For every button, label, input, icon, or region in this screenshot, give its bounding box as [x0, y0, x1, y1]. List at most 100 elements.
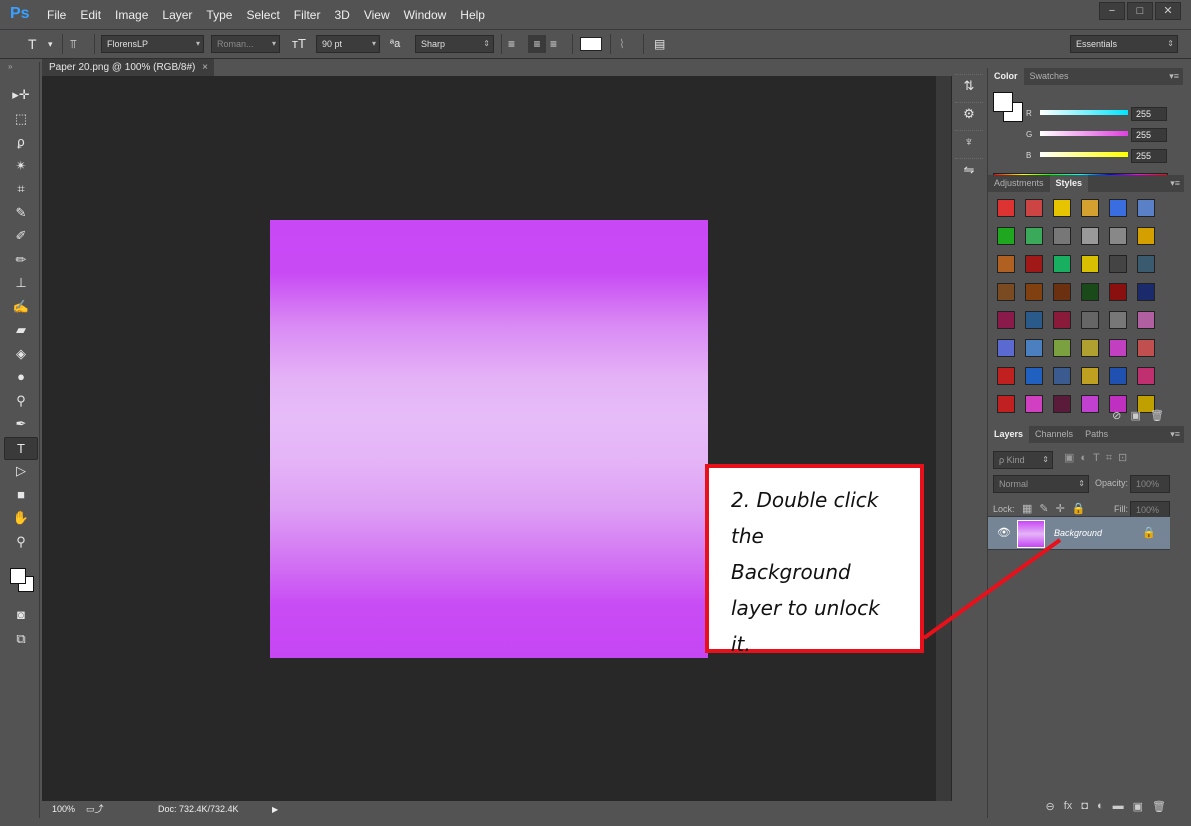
lasso-tool-icon[interactable]: ϼ [4, 131, 38, 155]
opacity-input[interactable]: 100% [1130, 475, 1170, 493]
antialias-select[interactable]: Sharp ⇕ [415, 35, 494, 53]
zoom-level[interactable]: 100% [52, 801, 75, 818]
layer-thumbnail[interactable] [1017, 520, 1045, 548]
toolbar-color-swatches[interactable] [4, 554, 39, 604]
healing-brush-tool-icon[interactable]: ✐ [4, 225, 38, 249]
style-swatch[interactable] [1109, 367, 1127, 385]
align-left-icon[interactable]: ≡ [508, 35, 515, 53]
style-swatch[interactable] [1137, 283, 1155, 301]
collapse-toolbar-icon[interactable]: » [4, 62, 39, 84]
style-swatch[interactable] [1137, 339, 1155, 357]
channel-slider[interactable] [1040, 152, 1128, 157]
no-style-icon[interactable]: ⊘ [1112, 410, 1121, 422]
channel-value[interactable]: 255 [1131, 107, 1167, 121]
eyedropper-tool-icon[interactable]: ✎ [4, 202, 38, 226]
magic-wand-tool-icon[interactable]: ✴ [4, 155, 38, 179]
style-swatch[interactable] [1137, 199, 1155, 217]
style-swatch[interactable] [1025, 339, 1043, 357]
quick-mask-icon[interactable]: ◙ [4, 604, 38, 628]
style-swatch[interactable] [1109, 199, 1127, 217]
style-swatch[interactable] [1025, 283, 1043, 301]
marquee-tool-icon[interactable]: ⬚ [4, 108, 38, 132]
fg-bg-colors[interactable] [993, 92, 1025, 124]
style-swatch[interactable] [997, 367, 1015, 385]
align-right-icon[interactable]: ≡ [550, 35, 557, 53]
character-panel-icon[interactable]: ▤ [654, 35, 665, 53]
brush-tool-icon[interactable]: ✏ [4, 249, 38, 273]
text-orientation-icon[interactable]: ⫪ [70, 35, 77, 53]
link-icon[interactable]: ⊖ [1046, 800, 1055, 818]
font-family-select[interactable]: FlorensLP ▾ [101, 35, 204, 53]
mask-icon[interactable]: ◘ [1081, 800, 1088, 818]
document-image[interactable] [270, 220, 708, 658]
tab-swatches[interactable]: Swatches [1024, 68, 1075, 85]
style-swatch[interactable] [1081, 367, 1099, 385]
style-swatch[interactable] [1053, 227, 1071, 245]
menu-image[interactable]: Image [115, 8, 148, 22]
style-swatch[interactable] [1109, 255, 1127, 273]
paint-bucket-tool-icon[interactable]: ◈ [4, 343, 38, 367]
document-tab[interactable]: Paper 20.png @ 100% (RGB/8#) × [42, 59, 214, 76]
tab-color[interactable]: Color [988, 68, 1024, 85]
screen-mode-icon[interactable]: ⧉ [4, 628, 38, 652]
style-swatch[interactable] [997, 199, 1015, 217]
menu-edit[interactable]: Edit [80, 8, 101, 22]
style-swatch[interactable] [1109, 283, 1127, 301]
warp-text-icon[interactable]: ⌇ [619, 35, 625, 53]
style-swatch[interactable] [1081, 311, 1099, 329]
chevron-down-icon[interactable]: ▾ [48, 35, 53, 53]
channel-value[interactable]: 255 [1131, 128, 1167, 142]
channel-value[interactable]: 255 [1131, 149, 1167, 163]
style-swatch[interactable] [1053, 255, 1071, 273]
rectangle-tool-icon[interactable]: ■ [4, 484, 38, 508]
menu-select[interactable]: Select [246, 8, 279, 22]
style-swatch[interactable] [1025, 227, 1043, 245]
trash-icon[interactable]: 🗑 [1150, 410, 1164, 422]
style-swatch[interactable] [997, 283, 1015, 301]
trash-icon[interactable]: 🗑 [1152, 800, 1166, 818]
close-button[interactable]: ✕ [1155, 2, 1181, 20]
new-style-icon[interactable]: ▣ [1130, 410, 1140, 422]
layer-filter-icons[interactable]: ▣◐T⌗⊡ [1064, 451, 1133, 469]
layer-name[interactable]: Background [1054, 528, 1102, 538]
style-swatch[interactable] [1137, 255, 1155, 273]
style-swatch[interactable] [997, 227, 1015, 245]
style-swatch[interactable] [1081, 339, 1099, 357]
adjustment-icon[interactable]: ◐ [1097, 800, 1104, 818]
style-swatch[interactable] [1025, 367, 1043, 385]
style-swatch[interactable] [1053, 199, 1071, 217]
tab-layers[interactable]: Layers [988, 426, 1030, 443]
panel-menu-icon[interactable]: ▾≡ [1170, 426, 1180, 443]
menu-file[interactable]: File [47, 8, 66, 22]
close-icon[interactable]: × [202, 59, 208, 76]
new-layer-icon[interactable]: ▣ [1133, 800, 1143, 818]
fx-icon[interactable]: fx [1064, 800, 1073, 818]
type-tool-icon[interactable]: T [4, 436, 38, 460]
channel-slider[interactable] [1040, 131, 1128, 136]
brushes-icon[interactable]: ♆ [955, 130, 983, 154]
panel-menu-icon[interactable]: ▾≡ [1169, 68, 1179, 85]
style-swatch[interactable] [1053, 283, 1071, 301]
status-menu-arrow-icon[interactable]: ▶ [272, 801, 278, 818]
tab-paths[interactable]: Paths [1079, 426, 1114, 443]
channel-slider[interactable] [1040, 110, 1128, 115]
paragraph-icon[interactable]: ⇋ [955, 158, 983, 182]
layer-filter-select[interactable]: ρ Kind ⇕ [993, 451, 1053, 469]
path-selection-tool-icon[interactable]: ▷ [4, 460, 38, 484]
style-swatch[interactable] [1053, 339, 1071, 357]
folder-icon[interactable]: ▬ [1113, 800, 1124, 818]
style-swatch[interactable] [1053, 311, 1071, 329]
style-swatch[interactable] [1025, 255, 1043, 273]
menu-3d[interactable]: 3D [334, 8, 349, 22]
history-icon[interactable]: ⇅ [955, 74, 983, 98]
hand-tool-icon[interactable]: ✋ [4, 507, 38, 531]
foreground-color-swatch[interactable] [993, 92, 1013, 112]
type-tool-preset-icon[interactable]: T [28, 35, 37, 53]
menu-type[interactable]: Type [206, 8, 232, 22]
align-center-icon[interactable]: ≡ [528, 35, 546, 53]
vertical-scrollbar[interactable] [936, 76, 951, 801]
panel-menu-icon[interactable]: ▾≡ [1170, 175, 1180, 192]
menu-filter[interactable]: Filter [294, 8, 321, 22]
style-swatch[interactable] [1025, 199, 1043, 217]
style-swatch[interactable] [1081, 283, 1099, 301]
